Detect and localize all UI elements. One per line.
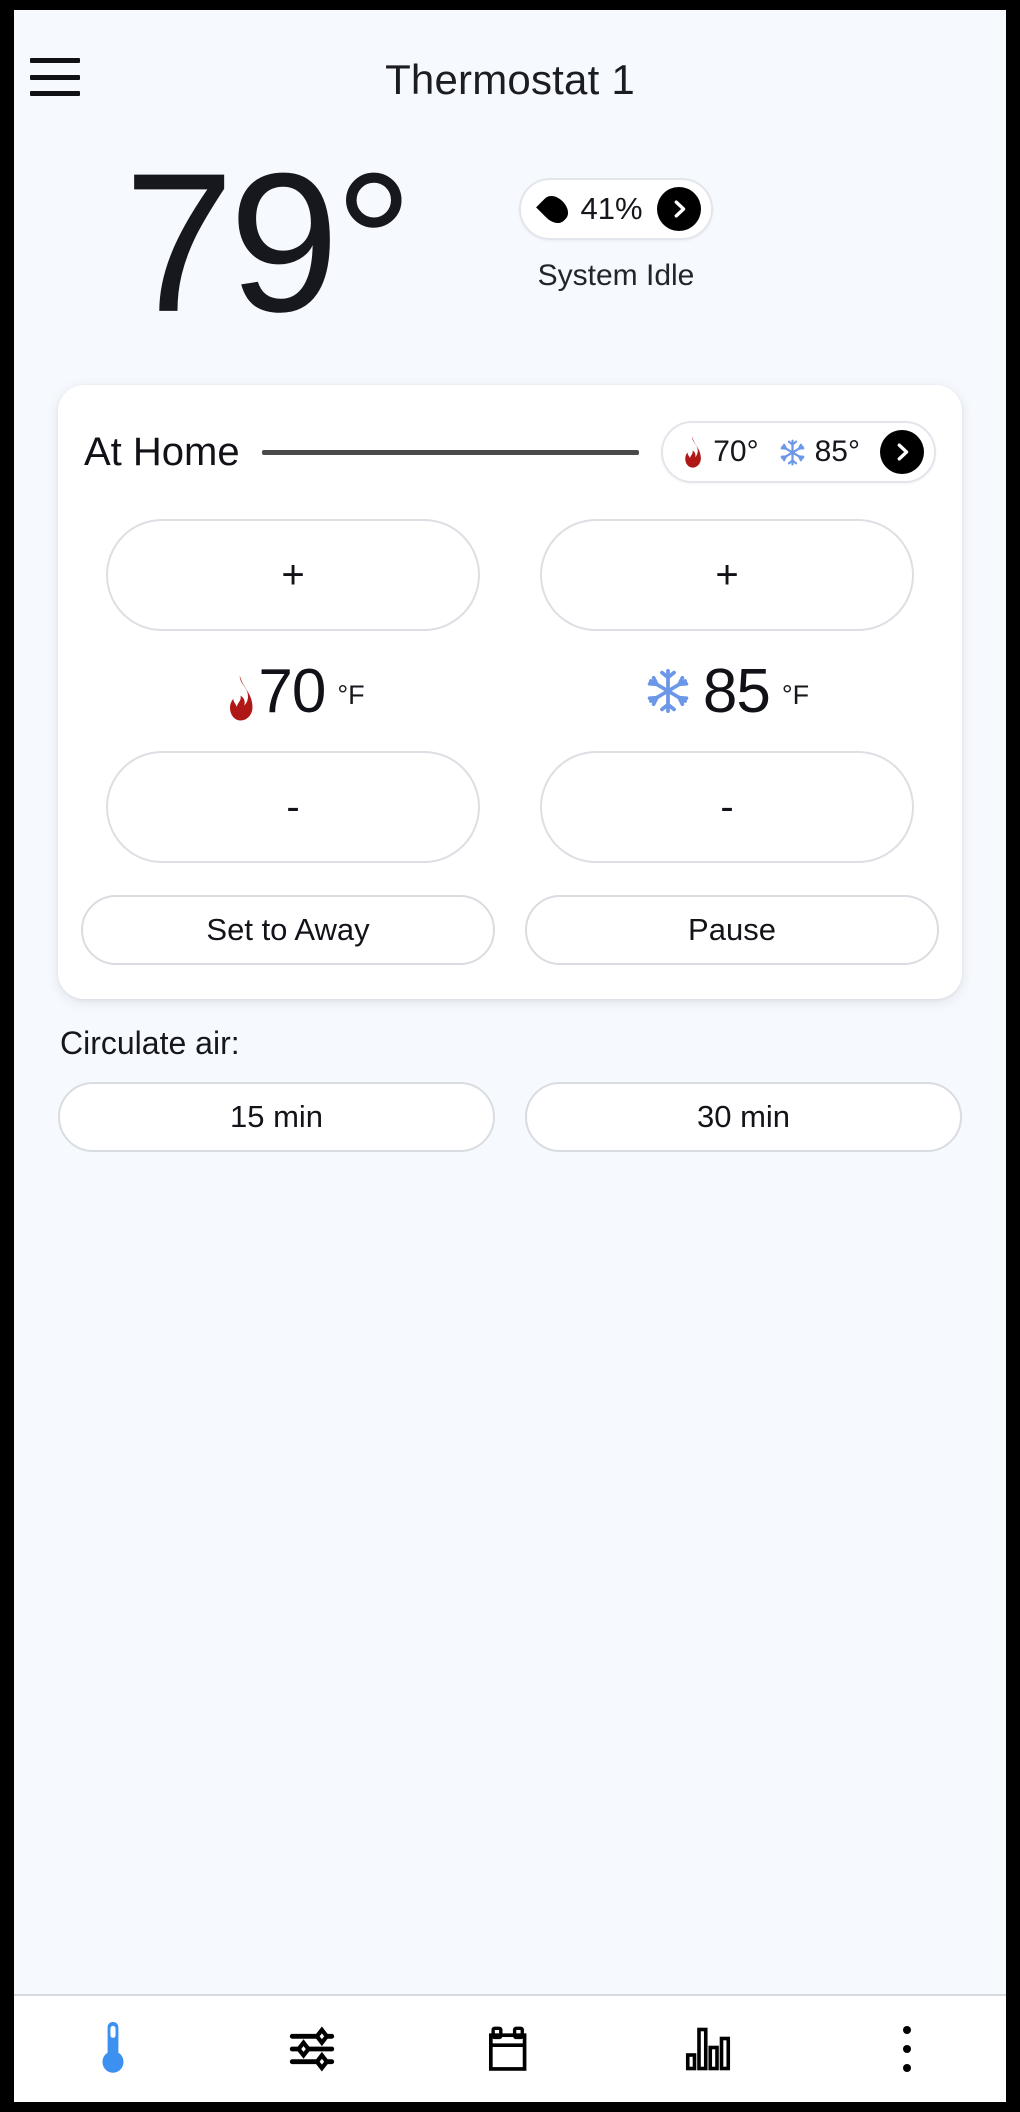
sliders-icon	[288, 2025, 336, 2073]
system-status-text: System Idle	[538, 259, 695, 293]
dot	[903, 2064, 911, 2072]
sidebar-item-schedule[interactable]	[411, 1996, 609, 2102]
mode-name: At Home	[84, 430, 240, 475]
cool-summary-value: 85°	[815, 435, 860, 469]
cool-increase-button[interactable]: +	[540, 519, 914, 631]
pause-button[interactable]: Pause	[525, 895, 939, 965]
circulate-30-min-button[interactable]: 30 min	[525, 1082, 962, 1152]
card-actions: Set to Away Pause	[80, 895, 940, 965]
humidity-pill[interactable]: 41%	[519, 178, 712, 240]
card-header: At Home 70°	[80, 419, 940, 485]
setpoint-decrease-row: - -	[80, 751, 940, 863]
app-bar: Thermostat 1	[14, 10, 1006, 128]
setpoint-summary-pill[interactable]: 70°	[661, 421, 936, 483]
sidebar-item-thermostat[interactable]	[14, 1996, 212, 2102]
sidebar-item-usage[interactable]	[609, 1996, 807, 2102]
heat-increase-button[interactable]: +	[106, 519, 480, 631]
dot	[903, 2045, 911, 2053]
content-spacer	[14, 1152, 1006, 1994]
circulate-air-label: Circulate air:	[60, 1025, 962, 1062]
circulate-15-min-button[interactable]: 15 min	[58, 1082, 495, 1152]
cool-summary: 85°	[779, 435, 860, 469]
cool-setpoint-unit: °F	[782, 680, 809, 711]
sidebar-item-settings[interactable]	[212, 1996, 410, 2102]
app-viewport: Thermostat 1 79° 41% System Idle At Home	[14, 10, 1006, 2102]
heat-setpoint: 70 °F	[106, 637, 480, 745]
header-divider	[262, 450, 640, 455]
flame-icon	[679, 436, 704, 468]
current-conditions: 79° 41% System Idle	[14, 128, 1006, 378]
cool-setpoint: 85 °F	[540, 637, 914, 745]
current-temperature: 79°	[124, 159, 408, 327]
three-dot-menu-icon	[903, 2026, 911, 2072]
cool-setpoint-value: 85	[703, 656, 770, 727]
circulate-air-section: Circulate air: 15 min 30 min	[58, 1025, 962, 1152]
chevron-right-icon[interactable]	[880, 430, 924, 474]
chevron-right-icon[interactable]	[657, 187, 701, 231]
page-title: Thermostat 1	[14, 56, 1006, 104]
status-column: 41% System Idle	[466, 178, 766, 293]
heat-summary-value: 70°	[713, 435, 758, 469]
setpoint-increase-row: + +	[80, 519, 940, 631]
heat-setpoint-value: 70	[258, 656, 325, 727]
snowflake-icon	[779, 439, 806, 466]
sidebar-item-more[interactable]	[808, 1996, 1006, 2102]
thermostat-card: At Home 70°	[58, 385, 962, 999]
set-to-away-button[interactable]: Set to Away	[81, 895, 495, 965]
flame-icon	[221, 675, 246, 707]
snowflake-icon	[645, 668, 691, 714]
bottom-navigation-bar	[14, 1994, 1006, 2102]
thermometer-icon	[97, 2019, 129, 2079]
heat-setpoint-unit: °F	[337, 680, 364, 711]
heat-decrease-button[interactable]: -	[106, 751, 480, 863]
water-drop-icon	[537, 191, 574, 228]
circulate-air-options: 15 min 30 min	[58, 1082, 962, 1152]
heat-summary: 70°	[679, 435, 758, 469]
cool-decrease-button[interactable]: -	[540, 751, 914, 863]
dot	[903, 2026, 911, 2034]
bar-chart-icon	[684, 2024, 732, 2074]
setpoint-readout-row: 70 °F 85	[80, 637, 940, 745]
humidity-value: 41%	[580, 191, 642, 227]
calendar-icon	[487, 2024, 533, 2074]
